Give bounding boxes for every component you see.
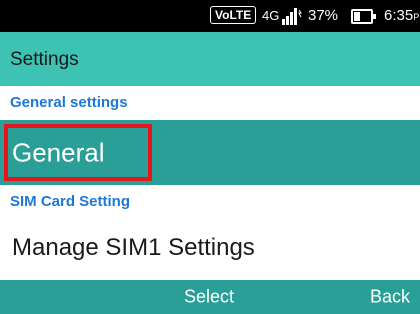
highlight-box xyxy=(4,124,152,181)
softkey-bar: Select Back xyxy=(0,280,420,314)
back-softkey[interactable]: Back xyxy=(370,287,410,308)
page-title: Settings xyxy=(10,49,79,71)
battery-icon xyxy=(351,9,376,24)
network-type: 4G xyxy=(262,8,280,23)
section-header-sim-card-setting: SIM Card Setting xyxy=(10,193,131,210)
battery-percent: 37% xyxy=(308,7,339,24)
section-header-general-settings: General settings xyxy=(10,94,128,111)
volte-badge: VoLTE xyxy=(210,6,257,24)
signal-icon xyxy=(282,8,302,25)
clock: 6:35PM xyxy=(384,7,420,24)
title-bar: Settings xyxy=(0,32,420,86)
status-bar: VoLTE 4G 37% 6:35PM xyxy=(0,0,420,32)
menu-item-manage-sim1-label: Manage SIM1 Settings xyxy=(12,234,255,261)
select-softkey[interactable]: Select xyxy=(184,287,234,308)
menu-item-manage-sim1[interactable]: Manage SIM1 Settings xyxy=(0,219,420,277)
